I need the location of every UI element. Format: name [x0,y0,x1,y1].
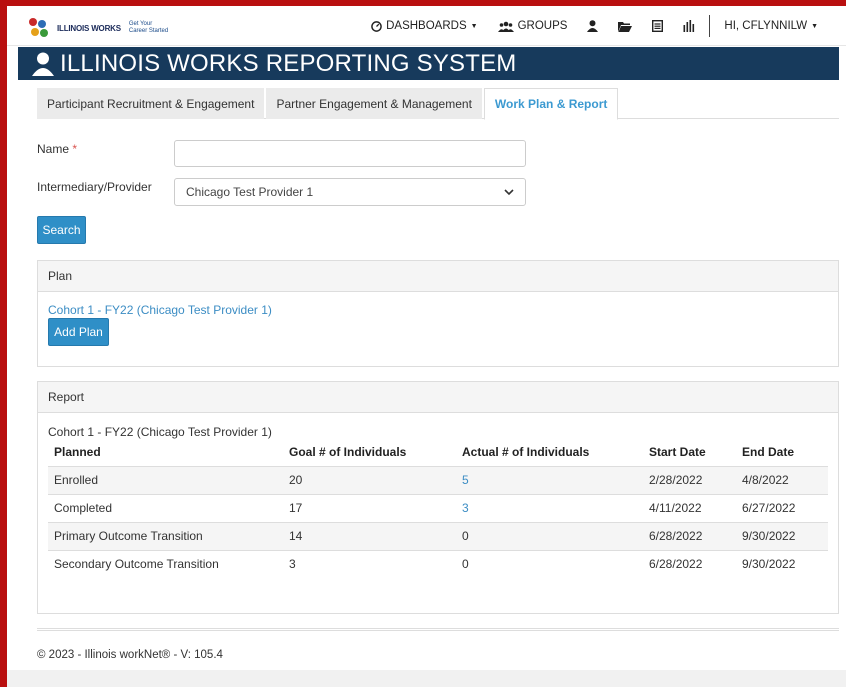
actual-cell: 0 [456,521,643,550]
page-banner: ILLINOIS WORKS REPORTING SYSTEM [18,47,839,80]
goal-cell: 3 [283,549,456,578]
actual-link[interactable]: 5 [456,465,643,494]
actual-link[interactable]: 3 [456,493,643,522]
end-date-cell: 4/8/2022 [736,465,828,494]
user-icon [32,52,54,76]
footer-copyright: © 2023 - Illinois workNet® - V: 105.4 [37,649,223,661]
groups-menu[interactable]: GROUPS [488,6,578,46]
user-profile-button[interactable] [577,6,608,46]
analytics-button[interactable] [673,6,705,46]
tab-partner-engagement[interactable]: Partner Engagement & Management [266,88,482,119]
top-navbar: ILLINOIS WORKS Get Your Career Started D… [7,6,846,46]
report-table: Planned Goal # of Individuals Actual # o… [48,439,828,578]
page-footer: © 2023 - Illinois workNet® - V: 105.4 [37,628,839,668]
report-panel: Report Cohort 1 - FY22 (Chicago Test Pro… [37,381,839,614]
chevron-down-icon: ▼ [811,22,818,30]
start-date-cell: 2/28/2022 [643,465,736,494]
planned-cell: Secondary Outcome Transition [48,549,283,578]
report-list-button[interactable] [642,6,673,46]
table-row: Enrolled 20 5 2/28/2022 4/8/2022 [48,465,828,494]
tab-bar: Participant Recruitment & Engagement Par… [37,88,839,120]
logo-mark-icon [29,18,49,38]
tab-work-plan-report[interactable]: Work Plan & Report [483,88,619,120]
column-header: End Date [742,445,795,460]
goal-cell: 14 [283,521,456,550]
page-title: ILLINOIS WORKS REPORTING SYSTEM [60,49,517,77]
table-header-row: Planned Goal # of Individuals Actual # o… [48,439,828,466]
user-icon [587,20,599,32]
start-date-cell: 6/28/2022 [643,549,736,578]
illinois-works-logo[interactable]: ILLINOIS WORKS Get Your Career Started [29,15,169,41]
name-input[interactable] [174,140,526,167]
name-label-text: Name [37,142,70,156]
provider-select[interactable]: Chicago Test Provider 1 [174,178,526,206]
report-subtitle: Cohort 1 - FY22 (Chicago Test Provider 1… [48,425,272,439]
dashboard-gauge-icon [371,20,382,32]
planned-cell: Completed [48,493,283,522]
user-menu[interactable]: HI, CFLYNNILW ▼ [714,6,828,46]
logo-sub-text: Get Your Career Started [128,21,169,34]
add-plan-button[interactable]: Add Plan [48,318,109,346]
end-date-cell: 6/27/2022 [736,493,828,522]
provider-label: Intermediary/Provider [37,180,152,194]
column-header: Actual # of Individuals [462,445,590,460]
user-greeting: HI, CFLYNNILW [724,20,808,32]
search-button[interactable]: Search [37,216,86,244]
table-row: Completed 17 3 4/11/2022 6/27/2022 [48,493,828,522]
dashboards-label: DASHBOARDS [386,20,467,32]
report-panel-heading: Report [38,382,838,413]
column-header: Goal # of Individuals [289,445,407,460]
start-date-cell: 4/11/2022 [643,493,736,522]
table-row: Primary Outcome Transition 14 0 6/28/202… [48,521,828,550]
groups-icon [497,21,514,32]
planned-cell: Primary Outcome Transition [48,521,283,550]
required-mark: * [72,142,78,156]
main-content: Participant Recruitment & Engagement Par… [26,80,839,670]
table-row: Secondary Outcome Transition 3 0 6/28/20… [48,549,828,578]
dashboards-menu[interactable]: DASHBOARDS ▼ [361,6,487,46]
groups-label: GROUPS [517,20,568,32]
end-date-cell: 9/30/2022 [736,521,828,550]
top-nav: DASHBOARDS ▼ GROUPS HI, CFLYNNILW ▼ [361,6,828,46]
list-document-icon [652,20,664,32]
plan-panel-heading: Plan [38,261,838,292]
folder-open-icon [618,21,633,32]
column-header: Planned [54,445,101,460]
provider-selected-value: Chicago Test Provider 1 [186,185,314,199]
app-window: ILLINOIS WORKS Get Your Career Started D… [7,6,846,687]
bar-chart-icon [683,20,695,32]
tab-participant-recruitment[interactable]: Participant Recruitment & Engagement [37,88,265,119]
start-date-cell: 6/28/2022 [643,521,736,550]
name-label: Name * [37,142,77,156]
chevron-down-icon: ▼ [470,22,478,30]
column-header: Start Date [649,445,706,460]
plan-link[interactable]: Cohort 1 - FY22 (Chicago Test Provider 1… [48,303,272,317]
logo-text: ILLINOIS WORKS [57,23,121,33]
goal-cell: 17 [283,493,456,522]
nav-divider [709,15,711,37]
folder-button[interactable] [608,6,642,46]
end-date-cell: 9/30/2022 [736,549,828,578]
goal-cell: 20 [283,465,456,494]
plan-panel: Plan Cohort 1 - FY22 (Chicago Test Provi… [37,260,839,367]
actual-cell: 0 [456,549,643,578]
chevron-down-icon [504,188,514,195]
bottom-strip [7,670,846,687]
planned-cell: Enrolled [48,465,283,494]
